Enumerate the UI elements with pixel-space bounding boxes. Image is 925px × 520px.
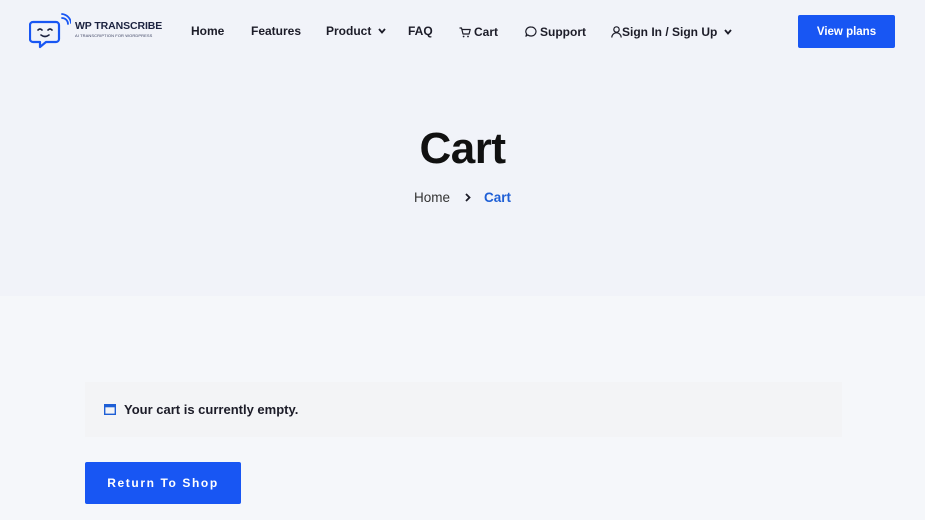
breadcrumb-home[interactable]: Home <box>414 190 450 205</box>
nav-support[interactable]: Support <box>525 25 586 39</box>
nav-account-label: Sign In / Sign Up <box>622 25 718 39</box>
window-icon <box>104 404 116 415</box>
nav-cart[interactable]: Cart <box>459 25 498 39</box>
nav-features[interactable]: Features <box>251 24 301 38</box>
logo-tagline: AI TRANSCRIPTION FOR WORDPRESS <box>75 33 153 38</box>
chat-icon <box>525 26 537 37</box>
breadcrumb: Home Cart <box>0 190 925 205</box>
site-header: WP TRANSCRIBE AI TRANSCRIPTION FOR WORDP… <box>0 0 925 62</box>
logo-title: WP TRANSCRIBE <box>75 20 163 32</box>
nav-product[interactable]: Product <box>326 24 387 38</box>
user-icon <box>611 26 622 38</box>
nav-support-label: Support <box>540 25 586 39</box>
nav-cart-label: Cart <box>474 25 499 39</box>
view-plans-button[interactable]: View plans <box>798 15 895 48</box>
breadcrumb-current: Cart <box>484 190 512 205</box>
chat-bubble-face-icon <box>29 13 71 49</box>
chevron-down-icon <box>724 29 733 35</box>
chevron-down-icon <box>378 28 387 34</box>
return-to-shop-button[interactable]: Return To Shop <box>85 462 241 504</box>
nav-product-label: Product <box>326 24 372 38</box>
cart-empty-notice: Your cart is currently empty. <box>85 382 842 437</box>
nav-faq[interactable]: FAQ <box>408 24 433 38</box>
cart-empty-message: Your cart is currently empty. <box>124 402 299 417</box>
chevron-right-icon <box>465 193 471 202</box>
nav-account[interactable]: Sign In / Sign Up <box>611 25 733 39</box>
cart-icon <box>459 26 471 37</box>
page-title: Cart <box>419 124 506 173</box>
nav-home[interactable]: Home <box>191 24 224 38</box>
site-logo[interactable]: WP TRANSCRIBE AI TRANSCRIPTION FOR WORDP… <box>29 13 163 49</box>
